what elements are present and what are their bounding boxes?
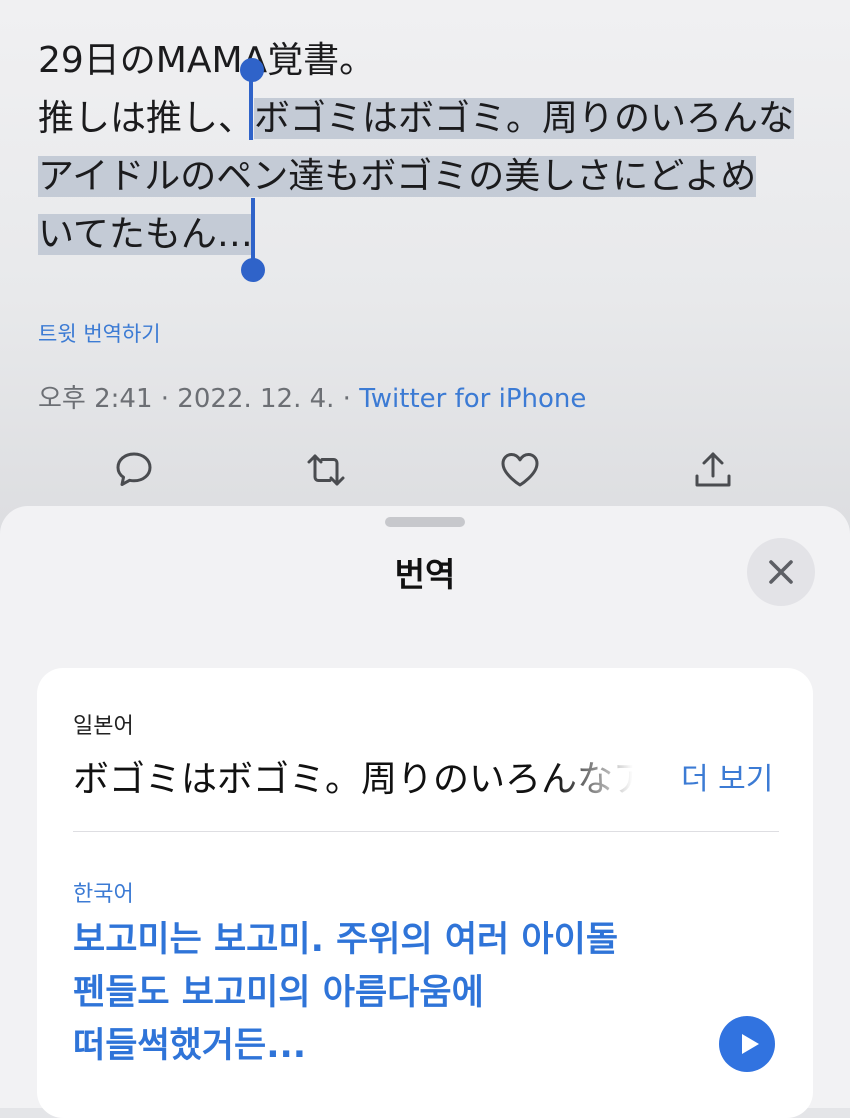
translation-card: 일본어 ボゴミはボゴミ。周りのいろんなア 더 보기 한국어 보고미는 보고미. … [37,668,813,1118]
translated-text: 보고미는 보고미. 주위의 여러 아이돌 펜들도 보고미의 아름다움에 떠들썩했… [73,914,713,1073]
source-text: ボゴミはボゴミ。周りのいろんなア [73,759,633,800]
tweet-text-line: 29日のMAMA覚書。 [38,40,376,81]
tweet-text-line: アイドルのペン達もボゴミの美しさにどよめ [38,148,818,206]
source-language-label: 일본어 [73,714,134,739]
play-button[interactable] [719,1016,775,1072]
tweet-text-plain: 推しは推し、 [38,98,255,139]
selection-end-handle[interactable] [251,198,255,262]
tweet-timestamp: 오후 2:41 · 2022. 12. 4. · [38,384,360,414]
selected-text[interactable]: ボゴミはボゴミ。周りのいろんな [254,98,795,139]
translated-text-line: 펜들도 보고미의 아름다움에 [73,973,484,1013]
show-more-button[interactable]: 더 보기 [681,754,773,798]
reply-icon[interactable] [112,448,156,492]
retweet-icon[interactable] [304,448,348,492]
like-icon[interactable] [498,448,542,492]
tweet-text[interactable]: 29日のMAMA覚書。 推しは推し、ボゴミはボゴミ。周りのいろんな アイドルのペ… [38,32,818,264]
selected-text[interactable]: いてたもん… [38,214,253,255]
sheet-title: 번역 [394,555,456,594]
sheet-grabber[interactable] [385,517,465,527]
tweet-source-link[interactable]: Twitter for iPhone [359,384,586,414]
tweet-text-line: 推しは推し、ボゴミはボゴミ。周りのいろんな [38,90,818,148]
selection-end-handle-knob[interactable] [241,258,265,282]
close-button[interactable] [747,538,815,606]
tweet-text-line: いてたもん… [38,206,818,264]
translate-tweet-link[interactable]: 트윗 번역하기 [38,318,161,348]
translated-text-line: 떠들썩했거든... [73,1026,307,1066]
translated-text-line: 보고미는 보고미. 주위의 여러 아이돌 [73,920,619,960]
target-language-label: 한국어 [73,882,134,907]
translation-sheet: 번역 일본어 ボゴミはボゴミ。周りのいろんなア 더 보기 한국어 보고미는 보고… [0,506,850,1118]
tweet-meta: 오후 2:41 · 2022. 12. 4. · Twitter for iPh… [38,378,586,415]
tweet-actions [0,448,850,498]
divider [73,831,779,832]
selected-text[interactable]: アイドルのペン達もボゴミの美しさにどよめ [38,156,757,197]
selection-start-handle-knob[interactable] [240,58,264,82]
close-icon [769,560,793,584]
share-icon[interactable] [691,448,735,492]
play-icon [742,1034,759,1054]
